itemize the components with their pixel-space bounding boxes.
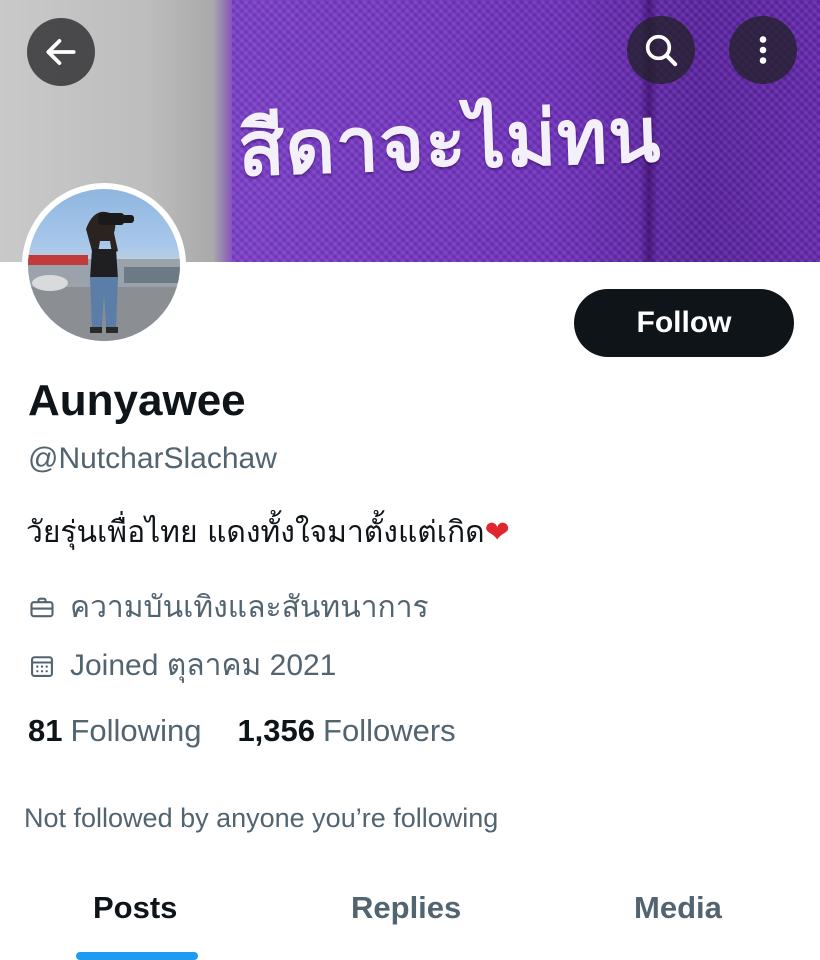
bio-text: วัยรุ่นเพื่อไทย แดงทั้งใจมาตั้งแต่เกิด bbox=[26, 515, 485, 550]
followers-count: 1,356 bbox=[237, 713, 316, 748]
profile-bio: วัยรุ่นเพื่อไทย แดงทั้งใจมาตั้งแต่เกิด❤ bbox=[26, 509, 510, 556]
user-handle: @NutcharSlachaw bbox=[28, 442, 277, 475]
following-count: 81 bbox=[28, 713, 63, 748]
arrow-left-icon bbox=[46, 39, 76, 65]
search-icon bbox=[645, 34, 678, 67]
active-tab-indicator bbox=[76, 952, 198, 960]
avatar-illustration bbox=[28, 211, 180, 341]
joined-text: Joined ตุลาคม 2021 bbox=[70, 649, 337, 682]
avatar-photo bbox=[28, 189, 180, 341]
tab-media[interactable]: Media bbox=[634, 890, 722, 926]
back-button[interactable] bbox=[27, 18, 95, 86]
followers-link[interactable]: 1,356 Followers bbox=[237, 713, 455, 749]
briefcase-icon bbox=[28, 594, 56, 622]
display-name: Aunyawee bbox=[28, 376, 246, 425]
banner-embroidered-text: สีดาจะไม่ทน bbox=[236, 89, 663, 194]
heart-emoji: ❤ bbox=[484, 515, 510, 550]
following-label: Following bbox=[70, 713, 202, 748]
following-link[interactable]: 81 Following bbox=[28, 713, 201, 749]
calendar-icon bbox=[28, 652, 56, 680]
category-text: ความบันเทิงและสันทนาการ bbox=[70, 590, 429, 625]
profile-tabs: Posts Replies Media bbox=[0, 870, 820, 960]
more-options-button[interactable] bbox=[729, 16, 797, 84]
mutual-followers-note: Not followed by anyone you’re following bbox=[24, 803, 499, 833]
tab-replies[interactable]: Replies bbox=[351, 890, 461, 926]
search-button[interactable] bbox=[627, 16, 695, 84]
tab-posts[interactable]: Posts bbox=[93, 890, 177, 926]
more-vertical-icon bbox=[759, 36, 767, 64]
profile-category: ความบันเทิงและสันทนาการ bbox=[28, 584, 429, 631]
follow-stats: 81 Following 1,356 Followers bbox=[28, 713, 492, 749]
profile-avatar[interactable] bbox=[22, 183, 186, 347]
follow-button[interactable]: Follow bbox=[574, 289, 794, 357]
profile-joined-date: Joined ตุลาคม 2021 bbox=[28, 642, 336, 689]
followers-label: Followers bbox=[323, 713, 456, 748]
